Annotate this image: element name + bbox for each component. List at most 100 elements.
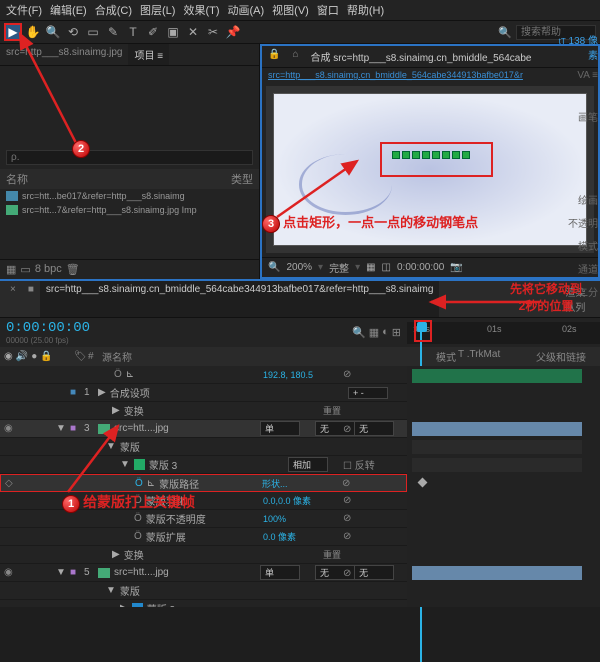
orbit-tool[interactable]: ⟲ — [64, 23, 82, 41]
layer-bar[interactable] — [412, 422, 582, 436]
close-tab-icon[interactable]: × — [4, 281, 22, 317]
project-search[interactable] — [6, 150, 253, 165]
project-item[interactable]: src=htt...7&refer=http___s8.sinaimg.jpg … — [0, 203, 259, 217]
mode-dropdown[interactable]: 单 — [260, 565, 300, 580]
link-icon[interactable]: ⊘ — [343, 513, 403, 524]
lock-icon[interactable]: 🔒 — [262, 46, 286, 67]
label-color[interactable]: ■ — [70, 567, 84, 578]
layer-row[interactable]: ◉ ▼ ■ 5 src=htt....jpg 单 无 ⊘ 无 — [0, 564, 407, 582]
hand-tool[interactable]: ✋ — [24, 23, 42, 41]
menu-help[interactable]: 帮助(H) — [347, 2, 384, 18]
menu-edit[interactable]: 编辑(E) — [50, 2, 87, 18]
current-time-indicator[interactable] — [417, 322, 427, 344]
project-item[interactable]: src=htt...be017&refer=http___s8.sinaimg — [0, 189, 259, 203]
twirl-icon[interactable]: ▶ — [112, 405, 120, 416]
mask-color-swatch[interactable] — [134, 459, 145, 470]
tl-menu-icon[interactable]: ■ — [22, 281, 40, 317]
menu-layer[interactable]: 图层(L) — [140, 2, 175, 18]
project-search-input[interactable] — [11, 152, 248, 163]
layer-row[interactable]: ■ 1 ▶ 合成设项 + - — [0, 384, 407, 402]
stopwatch-icon[interactable]: Ö — [134, 495, 142, 506]
comp-viewer[interactable] — [266, 86, 594, 253]
label-color[interactable]: ■ — [70, 423, 84, 434]
resolution-dropdown[interactable]: 完整 — [329, 260, 349, 275]
brush-panel-label[interactable]: 画笔 — [550, 105, 600, 128]
search-layers-icon[interactable]: 🔍 — [352, 326, 366, 339]
link-icon[interactable]: ⊘ — [342, 478, 402, 489]
project-tab[interactable]: 项目 ≡ — [128, 44, 169, 65]
transform-row[interactable]: ▶ 变换 重置 — [0, 546, 407, 564]
mode-dropdown[interactable]: 单 — [260, 421, 300, 436]
comp-mini-icon[interactable]: ▦ — [369, 326, 379, 339]
link-icon[interactable]: ⊘ — [343, 568, 351, 579]
comp-timecode[interactable]: 0:00:00:00 — [397, 262, 444, 273]
stopwatch-icon[interactable]: Ö — [135, 478, 143, 489]
grid-icon[interactable]: ▦ — [366, 262, 375, 273]
layer-bar[interactable] — [412, 369, 582, 383]
comp-tab[interactable]: 合成 src=http___s8.sinaimg.cn_bmiddle_564c… — [305, 46, 538, 67]
timeline-tab[interactable]: src=http___s8.sinaimg.cn_bmiddle_564cabe… — [40, 281, 440, 317]
eye-icon[interactable]: ◉ — [4, 567, 13, 578]
link-icon[interactable]: ⊘ — [343, 531, 403, 542]
roto-tool[interactable]: ✂ — [204, 23, 222, 41]
brush-tool[interactable]: ✐ — [144, 23, 162, 41]
mask-opacity-row[interactable]: Ö 蒙版不透明度 100% ⊘ — [0, 510, 407, 528]
menu-anim[interactable]: 动画(A) — [228, 2, 265, 18]
menu-window[interactable]: 窗口 — [317, 2, 339, 18]
shy-icon[interactable]: ◐ — [382, 326, 389, 339]
link-icon[interactable]: ⊘ — [343, 424, 351, 435]
feather-value[interactable]: 0.0,0.0 像素 — [263, 494, 343, 507]
current-timecode[interactable]: 0:00:00:00 — [6, 320, 90, 336]
transform-row[interactable]: ▶ 变换 重置 — [0, 402, 407, 420]
bpc-toggle[interactable]: 8 bpc — [35, 263, 62, 276]
text-tool[interactable]: T — [124, 23, 142, 41]
rect-tool[interactable]: ▭ — [84, 23, 102, 41]
mode-dropdown[interactable]: + - — [348, 387, 388, 399]
label-color[interactable]: ■ — [70, 387, 84, 398]
twirl-icon[interactable]: ▼ — [56, 423, 70, 434]
clone-tool[interactable]: ▣ — [164, 23, 182, 41]
twirl-icon[interactable]: ▶ — [112, 549, 120, 560]
keyframe-diamond[interactable] — [418, 478, 428, 488]
stopwatch-icon[interactable]: Ö — [134, 531, 142, 542]
mask-icon[interactable]: ◫ — [382, 262, 391, 273]
twirl-icon[interactable]: ▼ — [120, 459, 130, 470]
link-icon[interactable]: ⊘ — [343, 369, 403, 380]
expansion-value[interactable]: 0.0 像素 — [263, 530, 343, 543]
eye-icon[interactable]: ◉ — [4, 423, 13, 434]
twirl-icon[interactable]: ▼ — [106, 441, 116, 452]
puppet-tool[interactable]: 📌 — [224, 23, 242, 41]
eraser-tool[interactable]: ✕ — [184, 23, 202, 41]
parent-dropdown[interactable]: 无 — [354, 565, 394, 580]
mask-path-row[interactable]: ◇ Ö ⊾ 蒙版路径 形状... ⊘ — [0, 474, 407, 492]
snapshot-icon[interactable]: 📷 — [450, 262, 462, 273]
mask-row[interactable]: ▼ 蒙版 3 相加 ☐ 反转 — [0, 456, 407, 474]
mask-row[interactable]: ▶ 蒙版 3 — [0, 600, 407, 607]
trash-icon[interactable]: 🗑 — [66, 263, 80, 276]
prop-anchor-row[interactable]: Ö ⊾ 192.8, 180.5 ⊘ — [0, 366, 407, 384]
project-tab-file[interactable]: src=http___s8.sinaimg.jpg — [0, 44, 128, 65]
twirl-icon[interactable]: ▶ — [120, 603, 128, 607]
parent-dropdown[interactable]: 无 — [354, 421, 394, 436]
layer-row[interactable]: ◉ ▼ ■ 3 src=htt....jpg 单 无 ⊘ 无 — [0, 420, 407, 438]
masks-group-row[interactable]: ▼ 蒙版 — [0, 582, 407, 600]
mask-color-swatch[interactable] — [132, 603, 143, 607]
pen-tool[interactable]: ✎ — [104, 23, 122, 41]
time-ruler[interactable]: :00s 01s 02s — [407, 322, 600, 344]
twirl-icon[interactable]: ▶ — [98, 387, 106, 398]
menu-file[interactable]: 文件(F) — [6, 2, 42, 18]
menu-comp[interactable]: 合成(C) — [95, 2, 132, 18]
menu-effect[interactable]: 效果(T) — [183, 2, 219, 18]
selection-tool[interactable]: ▶ — [4, 23, 22, 41]
paint-panel-label[interactable]: 绘画 — [550, 188, 600, 211]
zoom-tool[interactable]: 🔍 — [44, 23, 62, 41]
mask-expansion-row[interactable]: Ö 蒙版扩展 0.0 像素 ⊘ — [0, 528, 407, 546]
opacity-value[interactable]: 100% — [263, 514, 343, 524]
mask-feather-row[interactable]: Ö 蒙版羽化 0.0,0.0 像素 ⊘ — [0, 492, 407, 510]
mask-mode-dropdown[interactable]: 相加 — [288, 457, 328, 472]
interpret-icon[interactable]: ▦ — [6, 263, 16, 276]
twirl-icon[interactable]: ▼ — [56, 567, 70, 578]
menu-view[interactable]: 视图(V) — [272, 2, 309, 18]
stopwatch-icon[interactable]: Ö — [134, 513, 142, 524]
masks-group-row[interactable]: ▼ 蒙版 — [0, 438, 407, 456]
